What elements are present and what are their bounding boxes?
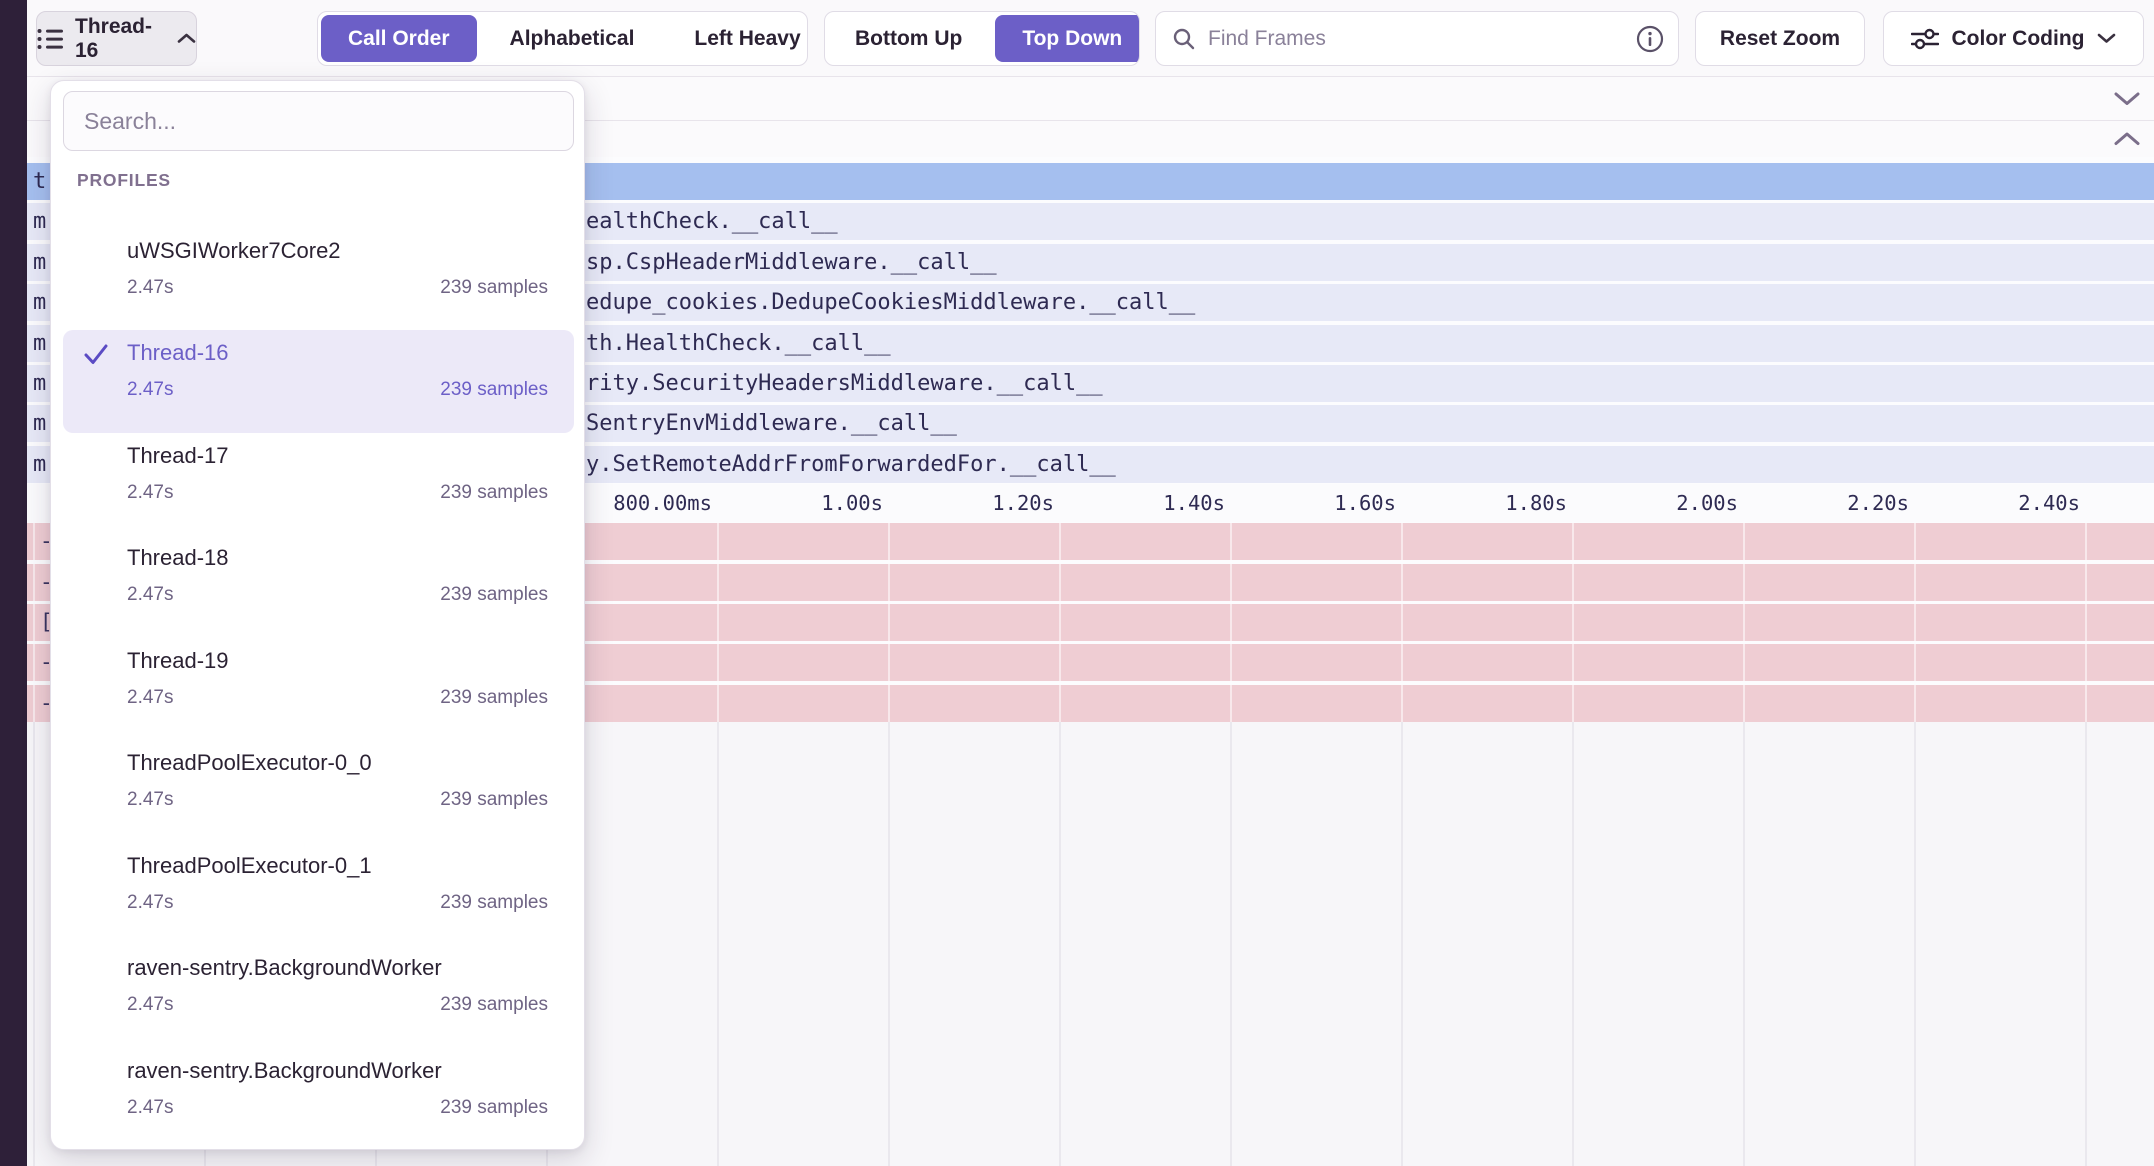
profile-option[interactable]: ThreadPoolExecutor-0_0 2.47s239 samples xyxy=(63,740,574,843)
profile-duration: 2.47s xyxy=(127,880,173,926)
sort-option-call-order[interactable]: Call Order xyxy=(321,15,477,62)
flame-row-text-fragment: m xyxy=(33,446,46,483)
profile-duration: 2.47s xyxy=(127,572,173,618)
thread-selector-label: Thread-16 xyxy=(75,15,160,63)
direction-option-top-down[interactable]: Top Down xyxy=(995,15,1140,62)
thread-list-icon xyxy=(37,27,64,51)
time-axis-tick: 2.20s xyxy=(1847,484,1909,522)
profile-samples: 239 samples xyxy=(440,470,548,516)
chevron-down-icon[interactable] xyxy=(2114,91,2140,106)
reset-zoom-button[interactable]: Reset Zoom xyxy=(1695,11,1865,66)
profile-duration: 2.47s xyxy=(127,1085,173,1131)
profile-option[interactable]: Thread-18 2.47s239 samples xyxy=(63,535,574,638)
profile-option[interactable]: raven-sentry.BackgroundWorker 2.47s239 s… xyxy=(63,1048,574,1151)
flame-row-text-fragment: m xyxy=(33,325,46,362)
time-axis-tick: 800.00ms xyxy=(613,484,712,522)
profile-duration: 2.47s xyxy=(127,982,173,1028)
color-coding-label: Color Coding xyxy=(1952,27,2085,51)
chevron-up-icon[interactable] xyxy=(2114,132,2140,147)
profile-samples: 239 samples xyxy=(440,265,548,311)
time-axis-tick: 1.20s xyxy=(992,484,1054,522)
profile-option[interactable]: ThreadPoolExecutor-0_1 2.47s239 samples xyxy=(63,843,574,946)
info-icon[interactable] xyxy=(1636,25,1664,53)
time-axis-tick: 1.60s xyxy=(1334,484,1396,522)
time-axis-tick: 2.40s xyxy=(2018,484,2080,522)
toolbar: Thread-16 Call Order Alphabetical Left H… xyxy=(27,0,2154,76)
flame-row-label: rity.SecurityHeadersMiddleware.__call__ xyxy=(586,365,1103,402)
profile-samples: 239 samples xyxy=(440,367,548,413)
profile-samples: 239 samples xyxy=(440,1085,548,1131)
color-coding-button[interactable]: Color Coding xyxy=(1883,11,2144,66)
direction-option-bottom-up[interactable]: Bottom Up xyxy=(825,12,992,65)
flame-row-label: edupe_cookies.DedupeCookiesMiddleware.__… xyxy=(586,284,1195,321)
flame-row-label: th.HealthCheck.__call__ xyxy=(586,325,891,362)
time-axis-tick: 2.00s xyxy=(1676,484,1738,522)
profile-samples: 239 samples xyxy=(440,982,548,1028)
profile-duration: 2.47s xyxy=(127,777,173,823)
chevron-down-icon xyxy=(2097,33,2116,44)
flame-row-text-fragment: m xyxy=(33,365,46,402)
search-icon xyxy=(1172,27,1196,51)
thread-selector-button[interactable]: Thread-16 xyxy=(36,11,197,66)
profile-option[interactable]: raven-sentry.BackgroundWorker 2.47s239 s… xyxy=(63,945,574,1048)
check-icon xyxy=(81,339,111,369)
profile-option[interactable]: uWSGIWorker7Core2 2.47s239 samples xyxy=(63,228,574,331)
sort-option-alphabetical[interactable]: Alphabetical xyxy=(480,12,665,65)
profile-option[interactable]: Thread-19 2.47s239 samples xyxy=(63,638,574,741)
find-frames-input[interactable] xyxy=(1208,27,1636,51)
flame-row-text-fragment: m xyxy=(33,203,46,240)
profiles-dropdown-panel: PROFILES uWSGIWorker7Core2 2.47s239 samp… xyxy=(50,80,585,1150)
profiling-flamegraph-app: t m ealthCheck.__call__ m sp.CspHeaderMi… xyxy=(0,0,2154,1166)
profile-duration: 2.47s xyxy=(127,367,173,413)
flame-row-text-fragment: t xyxy=(33,163,46,200)
sort-order-segmented-control: Call Order Alphabetical Left Heavy xyxy=(317,11,808,66)
profile-duration: 2.47s xyxy=(127,265,173,311)
profile-duration: 2.47s xyxy=(127,675,173,721)
profile-samples: 239 samples xyxy=(440,880,548,926)
profiles-section-label: PROFILES xyxy=(77,170,171,191)
flame-row-text-fragment: m xyxy=(33,405,46,442)
profile-samples: 239 samples xyxy=(440,777,548,823)
time-axis-tick: 1.00s xyxy=(821,484,883,522)
reset-zoom-label: Reset Zoom xyxy=(1720,27,1840,51)
flame-row-label: ealthCheck.__call__ xyxy=(586,203,838,240)
flame-row-label: SentryEnvMiddleware.__call__ xyxy=(586,405,957,442)
flame-row-label: sp.CspHeaderMiddleware.__call__ xyxy=(586,244,997,281)
flame-row-text-fragment: m xyxy=(33,284,46,321)
profile-option-selected[interactable]: Thread-16 2.47s239 samples xyxy=(63,330,574,433)
profile-option[interactable]: Thread-17 2.47s239 samples xyxy=(63,433,574,536)
flame-row-text-fragment: m xyxy=(33,244,46,281)
sliders-icon xyxy=(1911,28,1939,50)
sort-option-left-heavy[interactable]: Left Heavy xyxy=(664,12,808,65)
profile-duration: 2.47s xyxy=(127,470,173,516)
chevron-up-icon xyxy=(177,33,196,44)
find-frames-searchbox xyxy=(1155,11,1679,66)
time-axis-tick: 1.80s xyxy=(1505,484,1567,522)
profile-samples: 239 samples xyxy=(440,572,548,618)
profile-samples: 239 samples xyxy=(440,675,548,721)
app-sidebar xyxy=(0,0,27,1166)
profiles-search-input[interactable] xyxy=(63,91,574,151)
direction-segmented-control: Bottom Up Top Down xyxy=(824,11,1140,66)
flame-row-label: y.SetRemoteAddrFromForwardedFor.__call__ xyxy=(586,446,1116,483)
time-axis-tick: 1.40s xyxy=(1163,484,1225,522)
